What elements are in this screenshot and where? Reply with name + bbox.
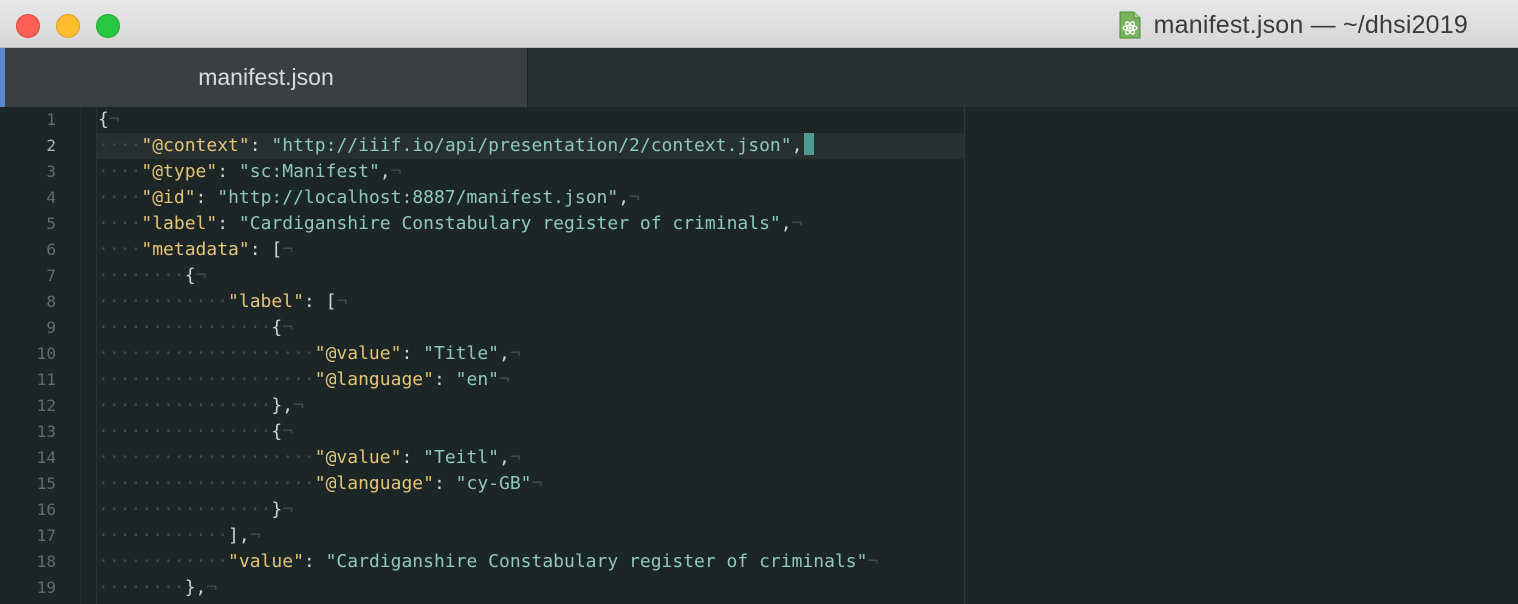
line-number: 3 xyxy=(46,162,56,181)
text-cursor xyxy=(804,133,815,155)
code-line: ················}¬ xyxy=(98,499,294,520)
code-line: ········{¬ xyxy=(98,265,207,286)
tab-bar: manifest.json xyxy=(0,48,1518,107)
code-line: ····"@context": "http://iiif.io/api/pres… xyxy=(98,133,815,159)
code-line: ················{¬ xyxy=(98,421,294,442)
line-number: 13 xyxy=(36,422,56,441)
line-number: 17 xyxy=(36,526,56,545)
code-area[interactable]: {¬ ····"@context": "http://iiif.io/api/pr… xyxy=(98,107,964,604)
code-line: ············"value": "Cardiganshire Cons… xyxy=(98,551,879,572)
tab-label: manifest.json xyxy=(198,64,334,90)
window-title-group: manifest.json — ~/dhsi2019 xyxy=(1118,10,1468,40)
line-number: 11 xyxy=(36,370,56,389)
title-bar[interactable]: manifest.json — ~/dhsi2019 xyxy=(0,0,1518,48)
code-line: ····"@type": "sc:Manifest",¬ xyxy=(98,161,402,182)
code-line: ····················"@value": "Title",¬ xyxy=(98,343,521,364)
code-line: ····················"@value": "Teitl",¬ xyxy=(98,447,521,468)
code-line: ····················"@language": "cy-GB"… xyxy=(98,473,543,494)
line-number: 15 xyxy=(36,474,56,493)
line-number: 19 xyxy=(36,578,56,597)
line-number: 18 xyxy=(36,552,56,571)
editor-window: manifest.json — ~/dhsi2019 manifest.json… xyxy=(0,0,1518,604)
line-number: 1 xyxy=(46,110,56,129)
fold-column xyxy=(80,107,81,604)
zoom-window-button[interactable] xyxy=(96,14,120,38)
line-number: 16 xyxy=(36,500,56,519)
line-number: 6 xyxy=(46,240,56,259)
line-number-gutter[interactable]: 1 2 3 4 5 6 7 8 9 10 11 12 13 14 15 16 17 18 19 xyxy=(0,107,97,604)
line-number: 12 xyxy=(36,396,56,415)
line-number: 10 xyxy=(36,344,56,363)
line-number: 8 xyxy=(46,292,56,311)
code-line: ····················"@language": "en"¬ xyxy=(98,369,510,390)
line-number: 14 xyxy=(36,448,56,467)
code-line: ········},¬ xyxy=(98,577,218,598)
code-line: ············"label": [¬ xyxy=(98,291,348,312)
code-line: ····"@id": "http://localhost:8887/manife… xyxy=(98,187,640,208)
code-editor[interactable]: 1 2 3 4 5 6 7 8 9 10 11 12 13 14 15 16 17 18 19 {¬ ····"@co… xyxy=(0,107,1518,604)
tab-manifest-json[interactable]: manifest.json xyxy=(0,48,528,107)
code-line: ····"metadata": [¬ xyxy=(98,239,294,260)
code-line: ············],¬ xyxy=(98,525,261,546)
code-line: {¬ xyxy=(98,109,120,130)
line-number: 5 xyxy=(46,214,56,233)
minimize-window-button[interactable] xyxy=(56,14,80,38)
close-window-button[interactable] xyxy=(16,14,40,38)
line-number: 7 xyxy=(46,266,56,285)
atom-icon xyxy=(1118,11,1142,39)
line-number: 4 xyxy=(46,188,56,207)
line-number: 2 xyxy=(46,136,56,155)
code-line: ················{¬ xyxy=(98,317,294,338)
line-number: 9 xyxy=(46,318,56,337)
code-line: ················},¬ xyxy=(98,395,304,416)
window-title: manifest.json — ~/dhsi2019 xyxy=(1153,10,1468,39)
wrap-guide xyxy=(964,107,965,604)
code-line: ····"label": "Cardiganshire Constabulary… xyxy=(98,213,803,234)
